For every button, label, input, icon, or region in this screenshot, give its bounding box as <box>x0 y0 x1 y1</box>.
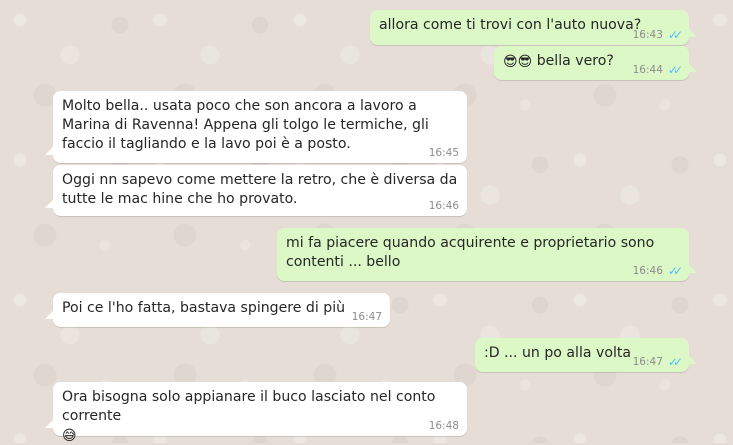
message-incoming-1[interactable]: Molto bella.. usata poco che son ancora … <box>45 91 467 163</box>
message-incoming-3[interactable]: Poi ce l'ho fatta, bastava spingere di p… <box>45 293 390 327</box>
message-time: 16:46 <box>632 265 663 277</box>
smiling-face-with-sunglasses-icon: 😎😎 <box>503 54 533 70</box>
message-meta: 16:43 ✓✓ <box>632 28 683 42</box>
message-time: 16:44 <box>632 64 663 76</box>
message-time: 16:48 <box>428 420 459 432</box>
grinning-face-with-sweat-icon: 😅 <box>62 428 77 444</box>
message-text: bella vero? <box>536 53 614 69</box>
message-incoming-4[interactable]: Ora bisogna solo appianare il buco lasci… <box>45 382 467 443</box>
double-check-icon: ✓✓ <box>667 355 683 369</box>
message-meta: 16:46 ✓✓ <box>632 264 683 278</box>
double-check-icon: ✓✓ <box>667 264 683 278</box>
message-incoming-2[interactable]: Oggi nn sapevo come mettere la retro, ch… <box>45 165 467 216</box>
message-meta: 16:47 <box>352 312 382 323</box>
double-check-icon: ✓✓ <box>667 28 683 42</box>
message-meta: 16:45 <box>429 148 459 159</box>
message-text: Poi ce l'ho fatta, bastava spingere di p… <box>62 300 346 316</box>
message-time: 16:43 <box>632 29 663 41</box>
message-outgoing-4[interactable]: :D ... un po alla volta 16:47 ✓✓ <box>475 338 697 372</box>
message-text: mi fa piacere quando acquirente e propri… <box>286 235 655 270</box>
message-meta: 16:46 <box>429 201 459 212</box>
message-outgoing-1[interactable]: allora come ti trovi con l'auto nuova? 1… <box>370 10 697 45</box>
message-text: Ora bisogna solo appianare il buco lasci… <box>62 389 436 424</box>
message-outgoing-3[interactable]: mi fa piacere quando acquirente e propri… <box>277 228 697 281</box>
message-time: 16:47 <box>632 356 663 368</box>
double-check-icon: ✓✓ <box>667 63 683 77</box>
message-meta: 16:48 <box>429 421 459 432</box>
message-time: 16:47 <box>351 311 382 323</box>
message-text: Oggi nn sapevo come mettere la retro, ch… <box>62 172 458 207</box>
message-text-with-emoji: Ora bisogna solo appianare il buco lasci… <box>62 388 458 445</box>
message-time: 16:46 <box>428 200 459 212</box>
message-time: 16:45 <box>428 147 459 159</box>
message-text: Molto bella.. usata poco che son ancora … <box>62 98 429 152</box>
message-meta: 16:47 ✓✓ <box>632 355 683 369</box>
message-meta: 16:44 ✓✓ <box>632 63 683 77</box>
message-outgoing-2[interactable]: 😎😎 bella vero? 16:44 ✓✓ <box>494 46 697 80</box>
